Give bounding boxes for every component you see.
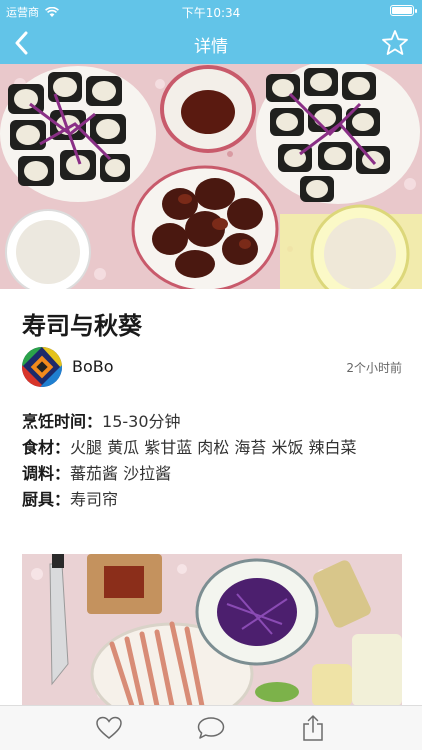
author-name[interactable]: BoBo [72,357,114,376]
like-button[interactable] [94,714,124,742]
nav-title: 详情 [194,37,228,57]
recipe-cover-photo [0,64,422,289]
share-button[interactable] [298,714,328,742]
bottom-toolbar [0,705,422,750]
detail-label: 厨具： [22,490,71,509]
recipe-title: 寿司与秋葵 [22,312,142,340]
status-bar: 运营商 下午10:34 [0,0,422,22]
navigation-bar: 详情 [0,22,422,64]
detail-ingredients: 食材：火腿 黄瓜 紫甘蓝 肉松 海苔 米饭 辣白菜 [22,435,402,461]
avatar[interactable] [22,347,62,387]
detail-label: 烹饪时间： [22,412,103,431]
author-row: BoBo 2个小时前 [22,347,402,387]
detail-value: 蕃茄酱 沙拉酱 [70,464,172,483]
posted-time: 2个小时前 [346,361,402,375]
star-outline-icon [382,30,408,55]
share-icon [303,715,323,741]
detail-value: 15-30分钟 [102,412,181,431]
detail-value: 火腿 黄瓜 紫甘蓝 肉松 海苔 米饭 辣白菜 [70,438,357,457]
recipe-details: 烹饪时间：15-30分钟 食材：火腿 黄瓜 紫甘蓝 肉松 海苔 米饭 辣白菜 调… [22,409,402,513]
ingredients-photo [22,554,402,706]
detail-utensils: 厨具：寿司帘 [22,487,402,513]
comment-button[interactable] [196,714,226,742]
favorite-button[interactable] [378,26,412,60]
status-time: 下午10:34 [181,6,241,20]
comment-icon [197,717,225,739]
heart-icon [96,716,122,739]
detail-value: 寿司帘 [70,490,119,509]
header: 运营商 下午10:34 详情 [0,0,422,64]
detail-seasonings: 调料：蕃茄酱 沙拉酱 [22,461,402,487]
detail-cook-time: 烹饪时间：15-30分钟 [22,409,402,435]
battery-icon [390,5,417,16]
detail-label: 调料： [22,464,71,483]
detail-label: 食材： [22,438,71,457]
